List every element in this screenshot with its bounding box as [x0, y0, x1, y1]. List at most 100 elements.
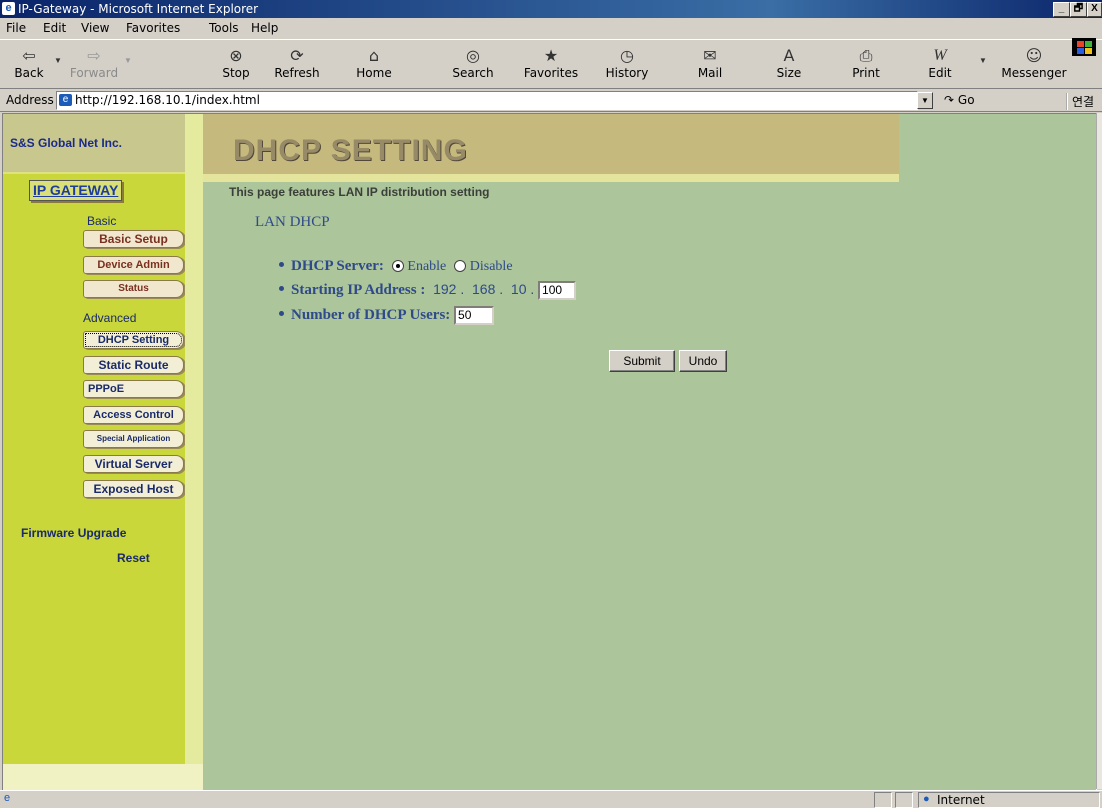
edit-button[interactable]: W Edit	[924, 40, 956, 88]
font-size-icon: A	[783, 46, 795, 65]
messenger-button[interactable]: ☺ Messenger	[998, 40, 1070, 88]
favorites-icon: ★	[543, 46, 559, 65]
bullet-icon	[279, 262, 284, 268]
address-input[interactable]: e http://192.168.10.1/index.html	[56, 91, 918, 110]
dhcp-server-row: DHCP Server: Enable Disable	[279, 258, 513, 275]
edit-dropdown-icon[interactable]: ▼	[979, 56, 987, 65]
sidebar-footer	[3, 764, 203, 790]
banner-underline	[203, 174, 899, 182]
title-bar: e IP-Gateway - Microsoft Internet Explor…	[0, 0, 1102, 18]
links-button[interactable]: 연결	[1066, 93, 1094, 110]
bullet-icon	[279, 286, 284, 292]
dhcp-users-row: Number of DHCP Users: 50	[279, 306, 495, 325]
search-button[interactable]: ◎ Search	[447, 40, 499, 88]
disable-radio[interactable]	[454, 259, 467, 272]
go-arrow-icon: ↷	[944, 93, 955, 107]
globe-icon: ●	[923, 793, 930, 805]
product-logo[interactable]: IP GATEWAY	[29, 180, 123, 201]
menu-tools[interactable]: Tools	[209, 21, 239, 35]
nav-access-control[interactable]: Access Control	[83, 406, 184, 424]
menu-file[interactable]: File	[6, 21, 26, 35]
print-button[interactable]: ⎙ Print	[848, 40, 884, 88]
size-button[interactable]: A Size	[772, 40, 806, 88]
security-zone-pane: ● Internet	[918, 792, 1100, 808]
mail-icon: ✉	[703, 46, 717, 65]
address-label: Address	[6, 93, 54, 107]
messenger-icon: ☺	[1025, 46, 1043, 65]
sidebar-edge	[185, 114, 203, 790]
starting-ip-row: Starting IP Address : 192 . 168 . 10 . 1…	[279, 281, 577, 301]
enable-label: Enable	[407, 259, 447, 274]
sidebar: S&S Global Net Inc. IP GATEWAY Basic Bas…	[3, 114, 185, 790]
page-viewport: S&S Global Net Inc. IP GATEWAY Basic Bas…	[2, 113, 1097, 791]
menu-bar: File Edit View Favorites Tools Help	[0, 18, 1102, 56]
maximize-button[interactable]: 🗗	[1070, 2, 1087, 17]
window-title: IP-Gateway - Microsoft Internet Explorer	[18, 2, 259, 16]
minimize-button[interactable]: _	[1053, 2, 1070, 17]
forward-button[interactable]: ⇨ Forward	[66, 40, 122, 88]
dhcp-users-input[interactable]: 50	[454, 306, 495, 325]
nav-exposed-host[interactable]: Exposed Host	[83, 480, 184, 498]
address-url[interactable]: http://192.168.10.1/index.html	[75, 93, 260, 107]
nav-firmware-upgrade[interactable]: Firmware Upgrade	[21, 526, 126, 540]
menu-help[interactable]: Help	[251, 21, 278, 35]
edit-icon: W	[933, 47, 947, 64]
history-button[interactable]: ◷ History	[602, 40, 652, 88]
go-button[interactable]: ↷ Go	[944, 93, 975, 107]
favorites-button[interactable]: ★ Favorites	[518, 40, 584, 88]
submit-button[interactable]: Submit	[609, 350, 675, 372]
home-icon: ⌂	[368, 46, 380, 65]
close-button[interactable]: X	[1087, 2, 1102, 17]
page-title: DHCP SETTING	[233, 134, 468, 167]
nav-reset[interactable]: Reset	[117, 551, 150, 565]
nav-pppoe[interactable]: PPPoE	[83, 380, 184, 398]
page-icon: e	[59, 94, 72, 106]
vertical-scrollbar[interactable]	[1096, 113, 1102, 789]
menu-favorites[interactable]: Favorites	[126, 21, 180, 35]
page-status-icon: e	[4, 792, 11, 804]
title-banner: DHCP SETTING	[203, 114, 899, 174]
back-button[interactable]: ⇦ Back	[8, 40, 50, 88]
refresh-icon: ⟳	[290, 46, 304, 65]
menu-edit[interactable]: Edit	[43, 21, 66, 35]
zone-label: Internet	[937, 793, 985, 807]
back-dropdown-icon[interactable]: ▼	[54, 56, 62, 65]
address-dropdown-icon[interactable]: ▼	[917, 92, 933, 109]
enable-radio[interactable]	[391, 259, 404, 272]
nav-basic-setup[interactable]: Basic Setup	[83, 230, 184, 248]
back-arrow-icon: ⇦	[22, 46, 36, 65]
print-icon: ⎙	[859, 46, 873, 65]
status-pane	[874, 792, 892, 808]
home-button[interactable]: ⌂ Home	[352, 40, 396, 88]
nav-static-route[interactable]: Static Route	[83, 356, 184, 374]
status-bar: e ● Internet	[0, 790, 1102, 808]
company-name: S&S Global Net Inc.	[10, 136, 123, 150]
nav-status[interactable]: Status	[83, 280, 184, 298]
toolbar: ⇦ Back ▼ ⇨ Forward ▼ ⊗ Stop ⟳ Refresh ⌂ …	[0, 40, 1102, 89]
nav-virtual-server[interactable]: Virtual Server	[83, 455, 184, 473]
section-title: LAN DHCP	[255, 214, 330, 230]
status-pane	[895, 792, 913, 808]
company-header: S&S Global Net Inc.	[3, 114, 185, 174]
ip-prefix: 192 . 168 . 10 .	[433, 281, 535, 297]
ie-icon: e	[2, 2, 15, 15]
bullet-icon	[279, 311, 284, 316]
nav-dhcp-setting[interactable]: DHCP Setting	[83, 331, 184, 349]
forward-dropdown-icon[interactable]: ▼	[124, 56, 132, 65]
basic-section-label: Basic	[87, 214, 117, 228]
nav-special-application[interactable]: Special Application	[83, 430, 184, 448]
forward-arrow-icon: ⇨	[87, 46, 101, 65]
mail-button[interactable]: ✉ Mail	[693, 40, 727, 88]
nav-device-admin[interactable]: Device Admin	[83, 256, 184, 274]
address-bar: Address e http://192.168.10.1/index.html…	[0, 89, 1102, 112]
search-icon: ◎	[466, 46, 480, 65]
stop-button[interactable]: ⊗ Stop	[218, 40, 254, 88]
history-icon: ◷	[620, 46, 634, 65]
advanced-section-label: Advanced	[83, 311, 137, 325]
undo-button[interactable]: Undo	[679, 350, 727, 372]
stop-icon: ⊗	[229, 46, 243, 65]
start-ip-input[interactable]: 100	[538, 281, 577, 301]
menu-view[interactable]: View	[81, 21, 109, 35]
disable-label: Disable	[469, 259, 513, 274]
refresh-button[interactable]: ⟳ Refresh	[268, 40, 326, 88]
